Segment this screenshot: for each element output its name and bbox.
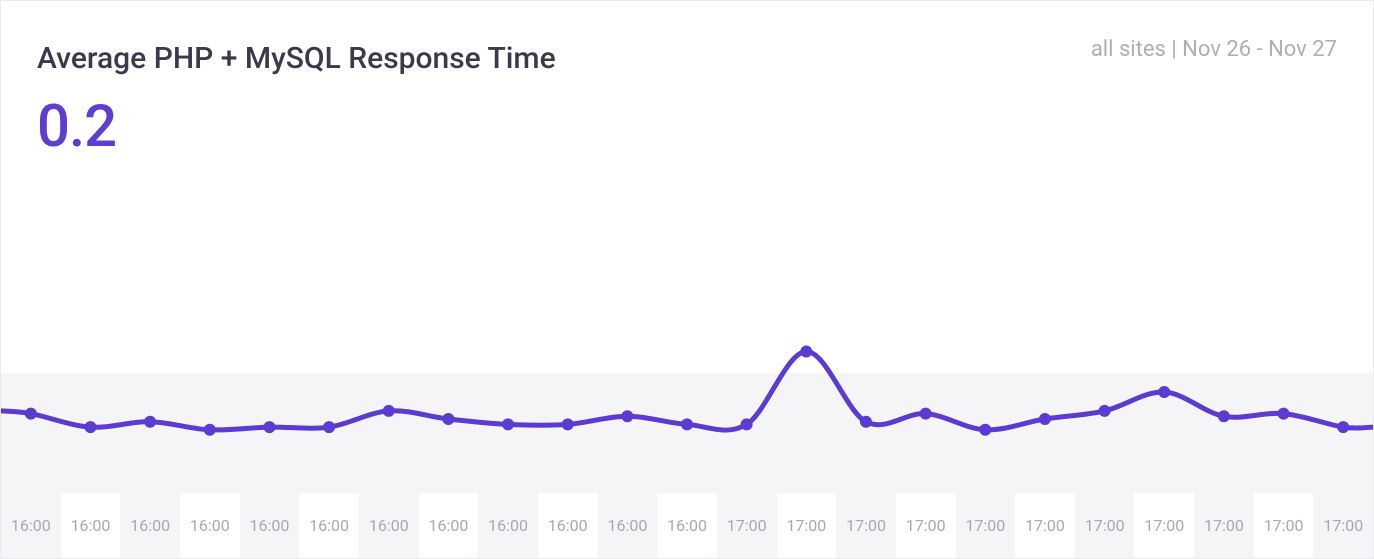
x-tick: 17:00 bbox=[896, 493, 956, 558]
x-tick: 17:00 bbox=[836, 493, 896, 558]
data-point[interactable] bbox=[741, 418, 753, 430]
data-point[interactable] bbox=[860, 416, 872, 428]
x-tick: 17:00 bbox=[1254, 493, 1314, 558]
data-point[interactable] bbox=[204, 424, 216, 436]
x-tick: 17:00 bbox=[1313, 493, 1373, 558]
data-point[interactable] bbox=[920, 408, 932, 420]
data-point[interactable] bbox=[1099, 405, 1111, 417]
x-tick: 16:00 bbox=[299, 493, 359, 558]
data-point[interactable] bbox=[562, 418, 574, 430]
chart-meta: all sites | Nov 26 - Nov 27 bbox=[1091, 37, 1337, 62]
chart-header: Average PHP + MySQL Response Time all si… bbox=[37, 41, 1337, 76]
x-tick: 17:00 bbox=[1134, 493, 1194, 558]
data-point[interactable] bbox=[1337, 421, 1349, 433]
line-chart bbox=[1, 183, 1373, 493]
x-tick: 16:00 bbox=[61, 493, 121, 558]
x-tick: 17:00 bbox=[956, 493, 1016, 558]
x-tick: 17:00 bbox=[1015, 493, 1075, 558]
data-point[interactable] bbox=[144, 416, 156, 428]
x-tick: 16:00 bbox=[657, 493, 717, 558]
x-tick: 17:00 bbox=[717, 493, 777, 558]
data-point[interactable] bbox=[323, 421, 335, 433]
x-tick: 16:00 bbox=[180, 493, 240, 558]
data-point[interactable] bbox=[1039, 413, 1051, 425]
data-point[interactable] bbox=[979, 424, 991, 436]
x-tick: 16:00 bbox=[120, 493, 180, 558]
data-point[interactable] bbox=[502, 418, 514, 430]
x-tick: 16:00 bbox=[359, 493, 419, 558]
x-tick: 17:00 bbox=[1194, 493, 1254, 558]
x-tick: 16:00 bbox=[538, 493, 598, 558]
data-point[interactable] bbox=[1278, 408, 1290, 420]
chart-title: Average PHP + MySQL Response Time bbox=[37, 41, 556, 76]
data-point[interactable] bbox=[84, 421, 96, 433]
data-point[interactable] bbox=[1158, 386, 1170, 398]
x-tick: 17:00 bbox=[1075, 493, 1135, 558]
data-point[interactable] bbox=[681, 418, 693, 430]
data-point[interactable] bbox=[263, 421, 275, 433]
x-tick: 16:00 bbox=[419, 493, 479, 558]
x-axis: 16:0016:0016:0016:0016:0016:0016:0016:00… bbox=[1, 493, 1373, 558]
x-tick: 16:00 bbox=[1, 493, 61, 558]
data-point[interactable] bbox=[383, 405, 395, 417]
data-point[interactable] bbox=[1218, 410, 1230, 422]
data-point[interactable] bbox=[25, 408, 37, 420]
data-point[interactable] bbox=[800, 346, 812, 358]
x-tick: 16:00 bbox=[240, 493, 300, 558]
chart-svg bbox=[1, 183, 1373, 493]
data-point[interactable] bbox=[442, 413, 454, 425]
chart-card: Average PHP + MySQL Response Time all si… bbox=[0, 0, 1374, 559]
summary-value: 0.2 bbox=[37, 93, 116, 161]
data-point[interactable] bbox=[621, 410, 633, 422]
x-tick: 16:00 bbox=[478, 493, 538, 558]
x-tick: 16:00 bbox=[598, 493, 658, 558]
x-tick: 17:00 bbox=[777, 493, 837, 558]
